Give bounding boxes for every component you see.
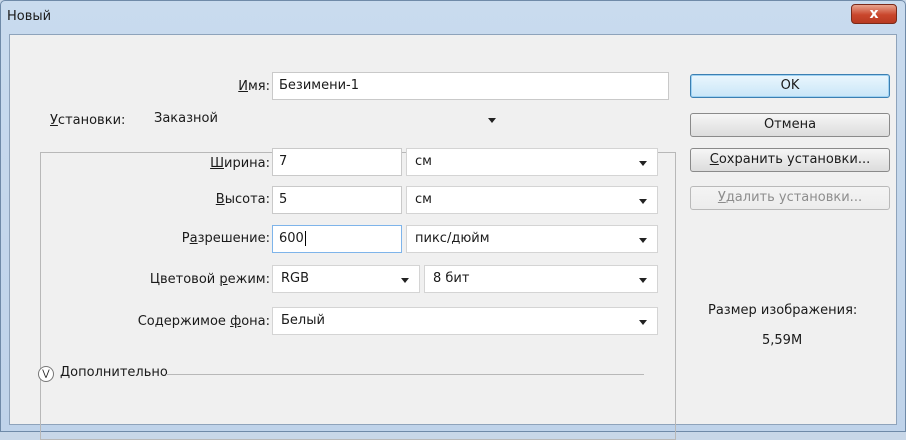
- color-mode-label-rest: ежим:: [227, 272, 270, 287]
- height-field[interactable]: 5: [272, 186, 402, 214]
- dialog-title: Новый: [7, 9, 52, 24]
- name-label-rest: мя:: [247, 79, 270, 94]
- name-label-mnemonic: И: [238, 79, 248, 94]
- new-document-dialog: Новый x Имя: Безимени-1 Установки: Заказ…: [0, 0, 906, 440]
- delete-preset-button[interactable]: Удалить установки...: [690, 186, 890, 210]
- resolution-unit-arrow-icon: [639, 238, 647, 243]
- color-mode-label-a: Цветовой: [149, 272, 220, 287]
- preset-value: Заказной: [154, 111, 218, 126]
- delete-preset-label: далить установки...: [725, 190, 863, 205]
- bit-depth-select[interactable]: 8 бит: [424, 265, 658, 293]
- expand-advanced-icon[interactable]: ⋁: [38, 366, 54, 382]
- height-label: Высота:: [160, 192, 270, 207]
- save-preset-label: охранить установки...: [718, 152, 871, 167]
- preset-dropdown-arrow-icon: [488, 118, 496, 123]
- title-bar[interactable]: Новый x: [1, 1, 905, 35]
- background-label: Содержимое фона:: [90, 314, 270, 329]
- width-unit-value: см: [415, 154, 432, 169]
- background-label-mnemonic: ф: [230, 314, 242, 329]
- color-mode-select[interactable]: RGB: [272, 265, 420, 293]
- delete-preset-mnemonic: У: [717, 190, 726, 205]
- close-button[interactable]: x: [851, 4, 897, 24]
- preset-label-mnemonic: У: [50, 113, 58, 128]
- image-size-value: 5,59M: [762, 333, 803, 348]
- advanced-divider: [166, 374, 644, 375]
- preset-label-rest: становки:: [57, 113, 126, 128]
- color-mode-label-mnemonic: р: [219, 272, 228, 287]
- background-label-a: Содержимое: [137, 314, 231, 329]
- advanced-label[interactable]: Дополнительно: [60, 365, 168, 380]
- width-label-rest: ирина:: [224, 156, 270, 171]
- width-field[interactable]: 7: [272, 148, 402, 176]
- dialog-body: Имя: Безимени-1 Установки: Заказной Шири…: [9, 34, 897, 440]
- color-mode-value: RGB: [281, 271, 310, 286]
- width-label-mnemonic: Ш: [210, 156, 224, 171]
- background-arrow-icon: [639, 320, 647, 325]
- resolution-label: Разрешение:: [130, 231, 270, 246]
- color-mode-label: Цветовой режим:: [100, 272, 270, 287]
- height-unit-select[interactable]: см: [406, 186, 658, 214]
- resolution-label-a: Р: [181, 231, 190, 246]
- preset-label: Установки:: [50, 113, 125, 128]
- bit-depth-arrow-icon: [639, 278, 647, 283]
- color-mode-arrow-icon: [401, 278, 409, 283]
- save-preset-button[interactable]: Сохранить установки...: [690, 148, 890, 172]
- background-label-rest: она:: [241, 314, 270, 329]
- width-label: Ширина:: [160, 156, 270, 171]
- text-caret: [304, 231, 306, 246]
- width-unit-select[interactable]: см: [406, 148, 658, 176]
- cancel-button[interactable]: Отмена: [690, 113, 890, 137]
- name-field[interactable]: Безимени-1: [272, 72, 669, 100]
- width-unit-arrow-icon: [639, 161, 647, 166]
- resolution-value: 600: [279, 231, 304, 246]
- resolution-unit-value: пикс/дюйм: [415, 231, 490, 246]
- height-unit-arrow-icon: [639, 199, 647, 204]
- resolution-unit-select[interactable]: пикс/дюйм: [406, 225, 658, 253]
- resolution-label-rest: зрешение:: [197, 231, 270, 246]
- preset-select[interactable]: Заказной: [148, 106, 508, 134]
- ok-button[interactable]: OK: [690, 74, 890, 98]
- image-size-label: Размер изображения:: [708, 303, 858, 318]
- height-unit-value: см: [415, 192, 432, 207]
- resolution-field[interactable]: 600: [272, 225, 402, 253]
- resolution-label-mnemonic: а: [189, 231, 198, 246]
- background-select[interactable]: Белый: [272, 307, 658, 335]
- height-label-rest: ысота:: [224, 192, 270, 207]
- bit-depth-value: 8 бит: [433, 271, 470, 286]
- name-label: Имя:: [160, 79, 270, 94]
- background-value: Белый: [281, 313, 325, 328]
- save-preset-mnemonic: С: [709, 152, 719, 167]
- height-label-mnemonic: В: [215, 192, 225, 207]
